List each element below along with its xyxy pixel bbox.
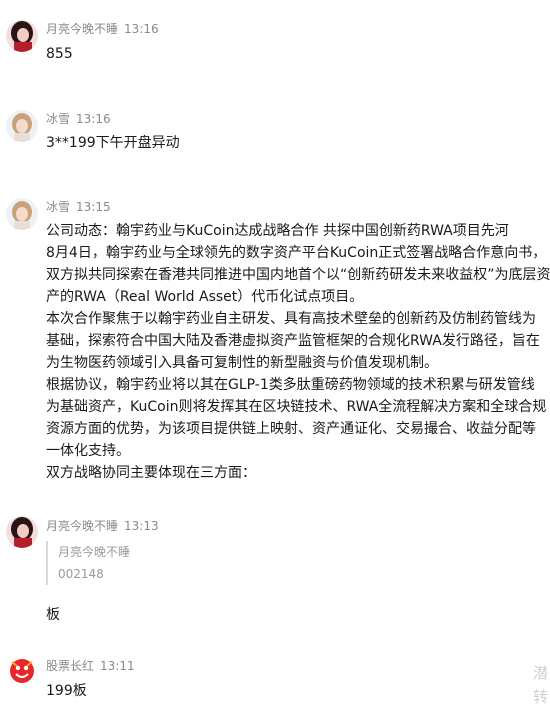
avatar-1[interactable] [6, 20, 38, 52]
timestamp: 13:15 [76, 200, 111, 214]
timestamp: 13:11 [100, 659, 135, 673]
article-line: 资源方面的优势，为该项目提供链上映射、资产通证化、交易撮合、收益分配等 [46, 421, 536, 437]
timestamp: 13:13 [124, 519, 159, 533]
article-line: 双方拟共同探索在香港共同推进中国内地首个以“创新药研发未来收益权”为底层资 [46, 267, 550, 283]
sender-name[interactable]: 股票长红 [46, 659, 94, 673]
article-line: 产的RWA（Real World Asset）代币化试点项目。 [46, 289, 364, 305]
article-line: 双方战略协同主要体现在三方面： [46, 465, 256, 481]
message-meta: 股票长红 13:11 [46, 657, 135, 674]
sender-name[interactable]: 冰雪 [46, 112, 70, 126]
quoted-text: 002148 [58, 567, 104, 581]
article-line: 公司动态：翰宇药业与KuCoin达成战略合作 共探中国创新药RWA项目先河 [46, 223, 509, 239]
message-meta: 冰雪 13:16 [46, 110, 111, 127]
article-line: 本次合作聚焦于以翰宇药业自主研发、具有高技术壁垒的创新药及仿制药管线为 [46, 311, 536, 327]
edge-watermark: 转 [532, 688, 548, 706]
article-line: 一体化支持。 [46, 443, 130, 459]
sender-name[interactable]: 冰雪 [46, 200, 70, 214]
article-line: 为基础资产，KuCoin则将发挥其在区块链技术、RWA全流程解决方案和全球合规 [46, 399, 547, 415]
message-meta: 冰雪 13:15 [46, 198, 111, 215]
article-line: 为生物医药领域引入具备可复制性的新型融资与价值发现机制。 [46, 355, 438, 371]
article-line: 8月4日，翰宇药业与全球领先的数字资产平台KuCoin正式签署战略合作意向书， [46, 245, 547, 261]
sender-name[interactable]: 月亮今晚不睡 [46, 22, 118, 36]
article-text: 公司动态：翰宇药业与KuCoin达成战略合作 共探中国创新药RWA项目先河 8月… [46, 220, 550, 484]
message-text: 855 [46, 46, 73, 62]
timestamp: 13:16 [76, 112, 111, 126]
sender-name[interactable]: 月亮今晚不睡 [46, 519, 118, 533]
timestamp: 13:16 [124, 22, 159, 36]
avatar-2[interactable] [6, 110, 38, 142]
article-line: 根据协议，翰宇药业将以其在GLP-1类多肽重磅药物领域的技术积累与研发管线 [46, 377, 535, 393]
avatar-5[interactable] [6, 654, 38, 686]
message-text: 板 [46, 607, 60, 623]
message-meta: 月亮今晚不睡 13:13 [46, 517, 159, 534]
article-line: 基础，探索符合中国大陆及香港虚拟资产监管框架的合规化RWA发行路径，旨在 [46, 333, 540, 349]
avatar-3[interactable] [6, 198, 38, 230]
message-text: 199板 [46, 683, 87, 699]
message-meta: 月亮今晚不睡 13:16 [46, 20, 159, 37]
message-text: 3**199下午开盘异动 [46, 135, 180, 151]
edge-watermark: 潜 [532, 664, 548, 682]
quoted-sender: 月亮今晚不睡 [58, 545, 131, 559]
quoted-message[interactable]: 月亮今晚不睡 002148 [46, 541, 130, 585]
avatar-4[interactable] [6, 516, 38, 548]
